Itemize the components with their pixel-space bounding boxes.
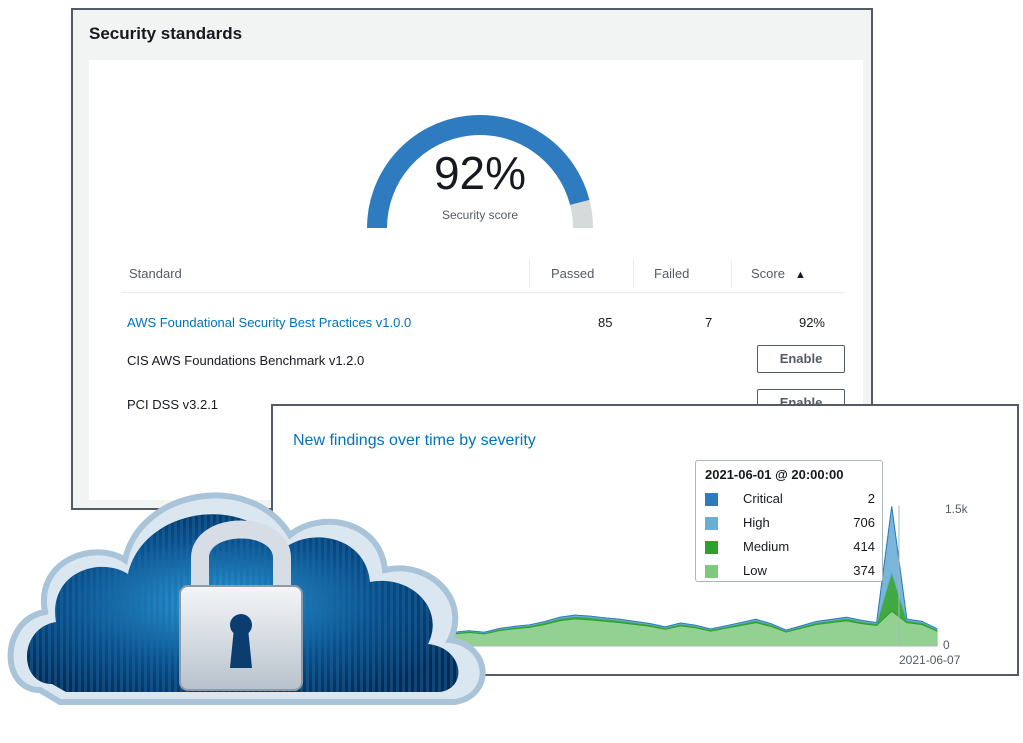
column-header-passed[interactable]: Passed: [551, 266, 594, 281]
sort-ascending-icon: ▲: [794, 269, 806, 281]
y-tick-label-top: 1.5k: [945, 502, 968, 516]
legend-swatch: [705, 517, 718, 530]
standards-table: Standard Passed Failed Score ▲ AWS Founda…: [121, 256, 845, 427]
column-header-standard[interactable]: Standard: [129, 266, 182, 281]
standard-name: CIS AWS Foundations Benchmark v1.2.0: [127, 353, 365, 368]
legend-label: Medium: [743, 539, 790, 554]
column-divider: [529, 260, 530, 288]
column-divider: [731, 260, 732, 288]
legend-swatch: [705, 493, 718, 506]
column-divider: [633, 260, 634, 288]
legend-value: 2: [867, 491, 875, 506]
legend-label: Low: [743, 563, 767, 578]
column-header-score[interactable]: Score ▲: [751, 266, 806, 281]
standard-name: PCI DSS v3.2.1: [127, 397, 219, 412]
enable-button[interactable]: Enable: [757, 345, 845, 373]
legend-swatch: [705, 565, 718, 578]
tooltip-row-critical: Critical 2: [705, 491, 875, 511]
x-tick-label: 2021-06-07: [899, 653, 961, 667]
legend-swatch: [705, 541, 718, 554]
tooltip-row-medium: Medium 414: [705, 539, 875, 559]
table-row: CIS AWS Foundations Benchmark v1.2.0 Ena…: [121, 339, 845, 383]
cloud-lock-icon: [7, 492, 486, 705]
passed-count: 85: [598, 315, 613, 330]
security-score-label: Security score: [441, 208, 519, 222]
legend-value: 414: [853, 539, 875, 554]
legend-value: 374: [853, 563, 875, 578]
column-header-failed[interactable]: Failed: [654, 266, 689, 281]
tooltip-row-high: High 706: [705, 515, 875, 535]
tooltip-title: 2021-06-01 @ 20:00:00: [705, 467, 844, 482]
column-header-score-label: Score: [751, 266, 785, 281]
legend-label: Critical: [743, 491, 783, 506]
y-tick-label-bottom: 0: [943, 638, 950, 652]
failed-count: 7: [705, 315, 713, 330]
score-value: 92%: [798, 315, 825, 330]
tooltip-row-low: Low 374: [705, 563, 875, 583]
chart-tooltip: 2021-06-01 @ 20:00:00 Critical 2 High 70…: [695, 460, 883, 582]
table-header: Standard Passed Failed Score ▲: [121, 256, 845, 293]
security-score-gauge: 92% Security score: [361, 108, 599, 238]
legend-value: 706: [853, 515, 875, 530]
panel-title: Security standards: [89, 24, 243, 43]
standard-link[interactable]: AWS Foundational Security Best Practices…: [127, 315, 411, 330]
security-score-value: 92%: [433, 147, 527, 199]
legend-label: High: [743, 515, 770, 530]
